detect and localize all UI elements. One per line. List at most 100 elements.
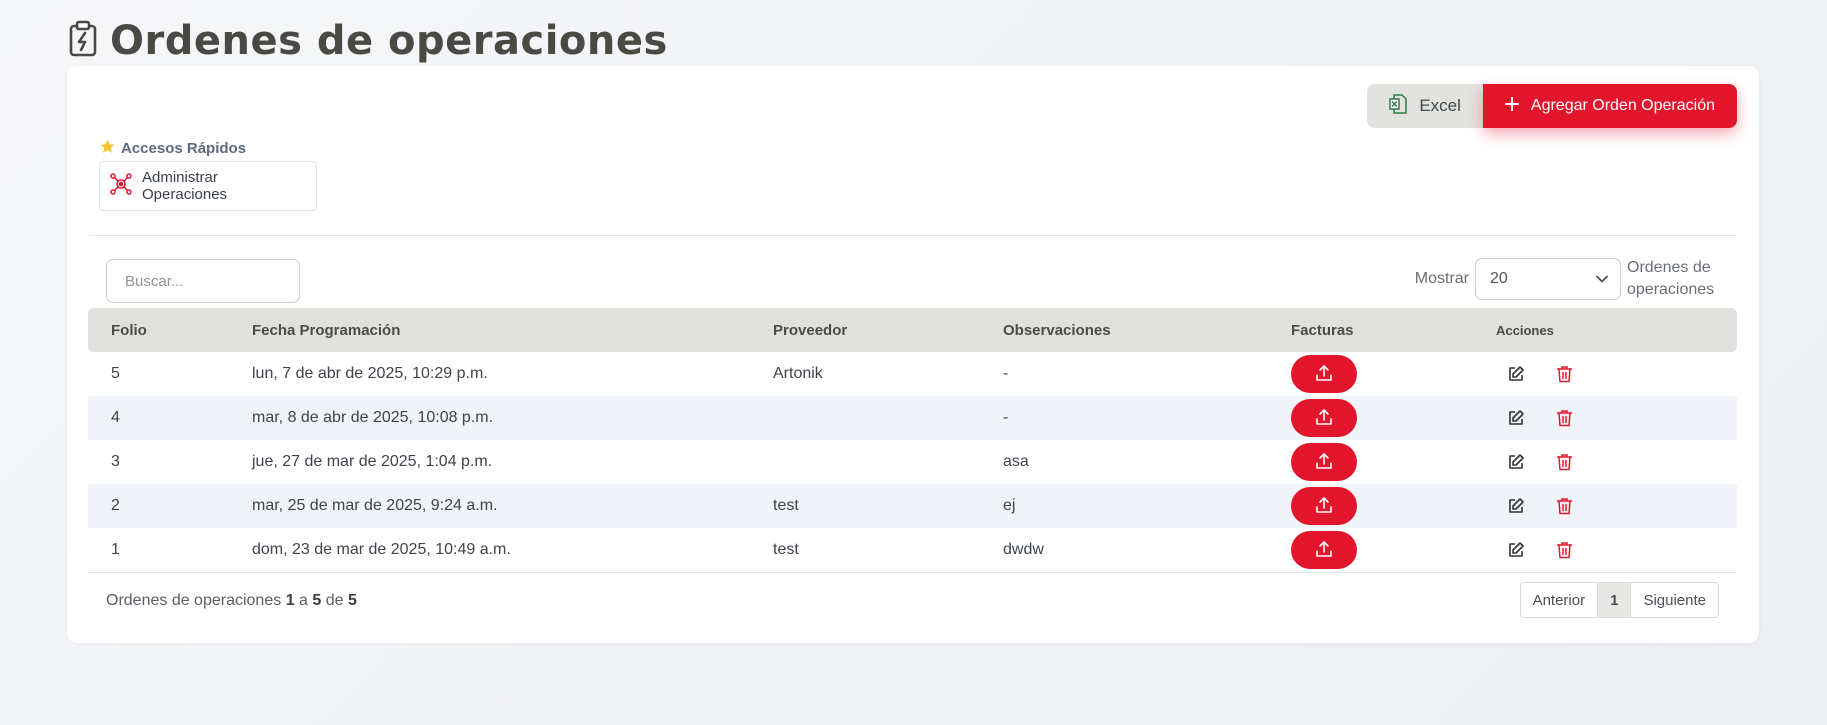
operations-hub-icon xyxy=(110,173,132,199)
edit-icon[interactable] xyxy=(1506,408,1526,428)
cell-facturas xyxy=(1291,355,1496,393)
cell-proveedor: Artonik xyxy=(773,365,823,382)
cell-fecha: dom, 23 de mar de 2025, 10:49 a.m. xyxy=(252,541,511,558)
prev-page-button[interactable]: Anterior xyxy=(1521,583,1598,617)
edit-icon[interactable] xyxy=(1506,496,1526,516)
column-header-fecha[interactable]: Fecha Programación xyxy=(252,322,773,339)
table-body: 5 lun, 7 de abr de 2025, 10:29 p.m. Artoni… xyxy=(88,352,1737,572)
orders-table: Folio Fecha Programación Proveedor Obser… xyxy=(88,308,1737,573)
upload-icon xyxy=(1315,540,1333,561)
cell-folio: 1 xyxy=(111,541,120,558)
cell-proveedor: test xyxy=(773,541,799,558)
excel-export-button[interactable]: Excel xyxy=(1367,84,1483,128)
page-size-control: Mostrar 20 Ordenes de operaciones xyxy=(1415,257,1719,301)
page-header: Ordenes de operaciones xyxy=(68,16,668,66)
cell-observaciones: ej xyxy=(1003,497,1016,514)
cell-acciones xyxy=(1496,496,1737,516)
cell-facturas xyxy=(1291,531,1496,569)
plus-icon xyxy=(1504,96,1519,116)
summary-a: a xyxy=(299,592,308,609)
upload-invoice-button[interactable] xyxy=(1291,487,1357,525)
show-suffix: Ordenes de operaciones xyxy=(1627,259,1715,298)
summary-from: 1 xyxy=(285,592,295,609)
edit-icon[interactable] xyxy=(1506,452,1526,472)
trash-icon[interactable] xyxy=(1554,540,1574,560)
quick-access-header: Accesos Rápidos xyxy=(99,138,317,159)
table-row: 1 dom, 23 de mar de 2025, 10:49 a.m. test d… xyxy=(88,528,1737,572)
star-icon xyxy=(99,138,116,159)
top-actions: Excel Agregar Orden Operación xyxy=(1367,84,1737,128)
upload-invoice-button[interactable] xyxy=(1291,355,1357,393)
column-header-acciones: Acciones xyxy=(1496,322,1554,338)
table-row: 3 jue, 27 de mar de 2025, 1:04 p.m. asa xyxy=(88,440,1737,484)
cell-folio: 2 xyxy=(111,497,120,514)
cell-fecha: mar, 25 de mar de 2025, 9:24 a.m. xyxy=(252,497,498,514)
cell-facturas xyxy=(1291,443,1496,481)
upload-icon xyxy=(1315,364,1333,385)
cell-folio: 3 xyxy=(111,453,120,470)
quick-access-label: Accesos Rápidos xyxy=(121,140,247,157)
cell-folio: 4 xyxy=(111,409,120,426)
trash-icon[interactable] xyxy=(1554,364,1574,384)
cell-observaciones: asa xyxy=(1003,453,1029,470)
page-size-value: 20 xyxy=(1490,270,1508,287)
excel-icon xyxy=(1389,93,1408,119)
upload-invoice-button[interactable] xyxy=(1291,531,1357,569)
quick-access: Accesos Rápidos Administrar Operaciones xyxy=(99,138,317,211)
page-title: Ordenes de operaciones xyxy=(110,18,668,64)
add-order-label: Agregar Orden Operación xyxy=(1530,97,1715,114)
column-header-folio[interactable]: Folio xyxy=(88,322,252,339)
edit-icon[interactable] xyxy=(1506,540,1526,560)
table-bottom-border xyxy=(88,572,1737,573)
column-header-proveedor[interactable]: Proveedor xyxy=(773,322,1003,339)
upload-invoice-button[interactable] xyxy=(1291,399,1357,437)
cell-observaciones: - xyxy=(1003,409,1009,426)
cell-acciones xyxy=(1496,452,1737,472)
cell-acciones xyxy=(1496,408,1737,428)
upload-icon xyxy=(1315,496,1333,517)
upload-icon xyxy=(1315,408,1333,429)
table-row: 4 mar, 8 de abr de 2025, 10:08 p.m. - xyxy=(88,396,1737,440)
next-page-button[interactable]: Siguiente xyxy=(1631,583,1718,617)
cell-proveedor: test xyxy=(773,497,799,514)
summary-total: 5 xyxy=(348,592,357,609)
cell-observaciones: dwdw xyxy=(1003,541,1044,558)
excel-label: Excel xyxy=(1419,96,1461,115)
quick-item-administrar-operaciones[interactable]: Administrar Operaciones xyxy=(99,161,317,211)
cell-acciones xyxy=(1496,540,1737,560)
cell-acciones xyxy=(1496,364,1737,384)
cell-facturas xyxy=(1291,399,1496,437)
cell-fecha: lun, 7 de abr de 2025, 10:29 p.m. xyxy=(252,365,488,382)
search-input[interactable] xyxy=(106,259,300,303)
pagination: Anterior 1 Siguiente xyxy=(1519,582,1719,618)
upload-icon xyxy=(1315,452,1333,473)
cell-facturas xyxy=(1291,487,1496,525)
summary-de: de xyxy=(325,592,344,609)
table-summary: Ordenes de operaciones 1 a 5 de 5 xyxy=(106,592,357,610)
trash-icon[interactable] xyxy=(1554,408,1574,428)
page-size-select[interactable]: 20 xyxy=(1475,258,1621,300)
quick-item-label: Administrar Operaciones xyxy=(142,169,228,203)
summary-prefix: Ordenes de operaciones xyxy=(106,592,282,609)
column-header-observaciones[interactable]: Observaciones xyxy=(1003,322,1291,339)
edit-icon[interactable] xyxy=(1506,364,1526,384)
upload-invoice-button[interactable] xyxy=(1291,443,1357,481)
column-header-facturas: Facturas xyxy=(1291,321,1354,339)
trash-icon[interactable] xyxy=(1554,452,1574,472)
summary-to: 5 xyxy=(312,592,322,609)
section-divider xyxy=(89,235,1737,236)
show-prefix: Mostrar xyxy=(1414,270,1469,287)
table-row: 5 lun, 7 de abr de 2025, 10:29 p.m. Artoni… xyxy=(88,352,1737,396)
cell-fecha: mar, 8 de abr de 2025, 10:08 p.m. xyxy=(252,409,494,426)
orders-card: Excel Agregar Orden Operación Accesos Rá… xyxy=(67,66,1759,643)
cell-folio: 5 xyxy=(111,365,120,382)
clipboard-bolt-icon xyxy=(68,20,98,63)
cell-observaciones: - xyxy=(1003,365,1009,382)
chevron-down-icon xyxy=(1596,270,1608,288)
trash-icon[interactable] xyxy=(1554,496,1574,516)
table-row: 2 mar, 25 de mar de 2025, 9:24 a.m. test ej xyxy=(88,484,1737,528)
add-order-button[interactable]: Agregar Orden Operación xyxy=(1482,84,1737,128)
cell-fecha: jue, 27 de mar de 2025, 1:04 p.m. xyxy=(252,453,493,470)
table-header: Folio Fecha Programación Proveedor Obser… xyxy=(88,308,1737,352)
page-1-button[interactable]: 1 xyxy=(1597,583,1632,617)
